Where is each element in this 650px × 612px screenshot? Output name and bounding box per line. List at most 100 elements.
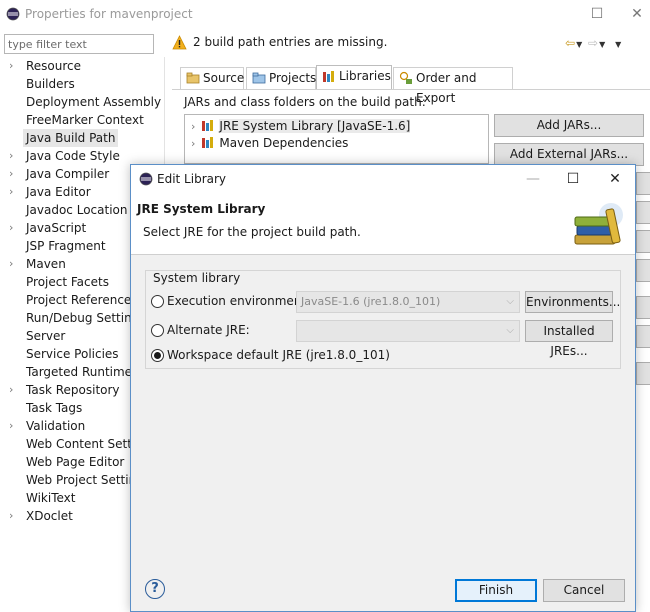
tree-item[interactable]: Deployment Assembly (0, 93, 165, 111)
execution-environment-select[interactable]: JavaSE-1.6 (jre1.8.0_101) ⌵ (296, 291, 520, 313)
expand-chevron-icon[interactable]: › (9, 147, 19, 165)
view-menu-icon[interactable]: ▼ (615, 40, 622, 49)
edit-library-dialog: Edit Library — ☐ ✕ JRE System Library Se… (130, 164, 636, 612)
tree-item-label: WikiText (26, 491, 76, 505)
tree-item[interactable]: Builders (0, 75, 165, 93)
hidden-side-button[interactable] (636, 172, 650, 195)
tree-item-label: Project References (26, 293, 138, 307)
expand-chevron-icon[interactable]: › (9, 219, 19, 237)
tree-item[interactable]: Java Build Path (0, 129, 165, 147)
dialog-titlebar: Edit Library — ☐ ✕ (131, 165, 635, 193)
tree-item-label: Deployment Assembly (26, 95, 162, 109)
libraries-books-icon (323, 71, 334, 82)
tree-item[interactable]: › Java Code Style (0, 147, 165, 165)
expand-chevron-icon[interactable]: › (191, 120, 195, 133)
expand-chevron-icon[interactable]: › (9, 417, 19, 435)
filter-input[interactable] (4, 34, 154, 54)
installed-jres-button[interactable]: Installed JREs... (525, 320, 613, 358)
tabs-divider (172, 89, 650, 90)
library-books-banner-icon (574, 203, 623, 245)
workspace-default-jre-label: Workspace default JRE (jre1.8.0_101) (167, 348, 390, 362)
tree-item-label: Task Repository (26, 383, 120, 397)
tree-item-label: XDoclet (26, 509, 73, 523)
execution-environment-value: JavaSE-1.6 (jre1.8.0_101) (301, 295, 441, 308)
history-navigation[interactable]: ⇦▼ ⇨▼ ▼ (565, 36, 622, 50)
alternate-jre-label: Alternate JRE: (167, 323, 250, 337)
help-icon[interactable]: ? (145, 579, 165, 599)
tree-item[interactable]: FreeMarker Context (0, 111, 165, 129)
library-row-maven[interactable]: › Maven Dependencies (191, 134, 348, 152)
tree-item-label: Run/Debug Settings (26, 311, 146, 325)
tree-item-label: Server (26, 329, 66, 343)
close-window-button[interactable]: ✕ (626, 4, 648, 24)
properties-titlebar: Properties for mavenproject ☐ ✕ (0, 0, 650, 28)
tree-item-label: JavaScript (26, 221, 87, 235)
add-jars-button[interactable]: Add JARs... (494, 114, 644, 137)
forward-dropdown-icon[interactable]: ▼ (599, 40, 606, 49)
expand-chevron-icon[interactable]: › (9, 165, 19, 183)
environments-button[interactable]: Environments... (525, 291, 620, 313)
close-dialog-button[interactable]: ✕ (603, 169, 627, 189)
expand-chevron-icon[interactable]: › (9, 57, 19, 75)
library-books-icon (202, 137, 214, 148)
build-path-warning: 2 build path entries are missing. (193, 35, 388, 49)
tree-item[interactable]: › Resource (0, 57, 165, 75)
tree-item-label: Java Compiler (26, 167, 110, 181)
tree-item-label: JSP Fragment (26, 239, 106, 253)
add-external-jars-button[interactable]: Add External JARs... (494, 143, 644, 166)
back-dropdown-icon[interactable]: ▼ (576, 40, 583, 49)
execution-environment-label: Execution environment: (167, 294, 311, 308)
workspace-default-jre-radio[interactable] (151, 349, 164, 362)
dialog-title: Edit Library (157, 172, 227, 186)
tab-projects-label: Projects (269, 71, 317, 85)
jars-section-label: JARs and class folders on the build path… (184, 95, 426, 109)
cancel-button[interactable]: Cancel (543, 579, 625, 602)
library-row-jre[interactable]: › JRE System Library [JavaSE-1.6] (191, 117, 411, 135)
warning-icon (172, 35, 187, 50)
dialog-header-banner: JRE System Library Select JRE for the pr… (131, 193, 635, 255)
tab-order-and-export[interactable]: Order and Export (393, 67, 513, 105)
tree-item-label: Project Facets (26, 275, 109, 289)
system-library-group-label: System library (151, 271, 243, 285)
hidden-side-button[interactable] (636, 362, 650, 385)
minimize-button[interactable]: — (521, 169, 545, 189)
chevron-down-icon: ⌵ (506, 325, 514, 336)
tab-source[interactable]: Source (180, 67, 244, 89)
tree-item-label: Task Tags (26, 401, 83, 415)
back-arrow-icon[interactable]: ⇦ (565, 36, 576, 50)
expand-chevron-icon[interactable]: › (9, 255, 19, 273)
dialog-heading: JRE System Library (137, 202, 266, 216)
maximize-button[interactable]: ☐ (586, 4, 608, 24)
hidden-side-button[interactable] (636, 296, 650, 319)
dialog-description: Select JRE for the project build path. (143, 225, 361, 239)
alternate-jre-radio[interactable] (151, 324, 164, 337)
tree-item-label: Web Page Editor (26, 455, 125, 469)
tab-projects[interactable]: Projects (246, 67, 316, 89)
tab-source-label: Source (203, 71, 245, 85)
forward-arrow-icon[interactable]: ⇨ (588, 36, 599, 50)
tree-item-label: Java Build Path (23, 129, 119, 147)
tree-item-label: Service Policies (26, 347, 119, 361)
tree-item-label: Targeted Runtimes (26, 365, 139, 379)
hidden-side-button[interactable] (636, 230, 650, 253)
library-books-icon (202, 120, 214, 131)
expand-chevron-icon[interactable]: › (9, 381, 19, 399)
hidden-side-button[interactable] (636, 259, 650, 282)
build-path-library-tree[interactable]: › JRE System Library [JavaSE-1.6] › Maven … (184, 114, 489, 164)
tree-item-label: Builders (26, 77, 75, 91)
tree-item-label: Java Editor (26, 185, 91, 199)
chevron-down-icon: ⌵ (506, 296, 514, 307)
finish-button[interactable]: Finish (455, 579, 537, 602)
expand-chevron-icon[interactable]: › (191, 137, 195, 150)
hidden-side-button[interactable] (636, 201, 650, 224)
tree-item-label: FreeMarker Context (26, 113, 144, 127)
eclipse-app-icon (139, 172, 153, 186)
expand-chevron-icon[interactable]: › (9, 183, 19, 201)
execution-environment-radio[interactable] (151, 295, 164, 308)
tab-libraries[interactable]: Libraries (316, 65, 392, 89)
properties-window-title: Properties for mavenproject (25, 7, 193, 21)
alternate-jre-select[interactable]: ⌵ (296, 320, 520, 342)
maximize-button[interactable]: ☐ (561, 169, 585, 189)
hidden-side-button[interactable] (636, 325, 650, 348)
expand-chevron-icon[interactable]: › (9, 507, 19, 525)
